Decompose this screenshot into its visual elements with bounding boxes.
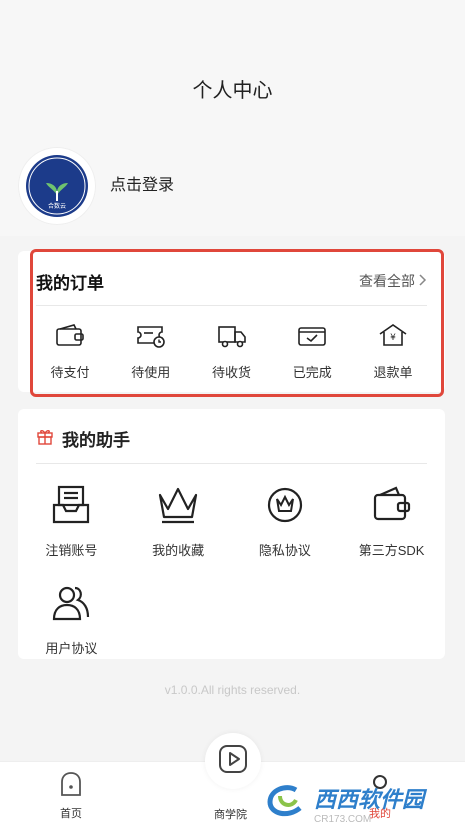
helper-item-label: 第三方SDK [358,543,425,558]
watermark-brand: 西西软件园 [314,786,425,812]
watermark-logo-icon [266,784,308,823]
home-icon [57,770,85,801]
helper-card: 我的助手 注销账号 我的收藏 隐私协议 第三方SDK 用户协议 [18,409,445,659]
page-title: 个人中心 [192,80,273,102]
gift-icon [36,427,54,450]
inbox-icon [51,485,91,530]
helper-item-favorites[interactable]: 我的收藏 [125,485,232,559]
helper-item-label: 隐私协议 [258,543,311,558]
tab-home[interactable]: 首页 [57,770,85,821]
tab-label: 首页 [60,808,82,820]
helper-item-privacy[interactable]: 隐私协议 [232,485,339,559]
avatar-logo: 合数云 [26,155,88,217]
version-text: v1.0.0.All rights reserved. [164,683,301,697]
helper-header: 我的助手 [36,426,130,451]
watermark: 西西软件园 CR173.COM [262,779,465,827]
crown-icon [156,485,200,530]
helper-item-user-agreement[interactable]: 用户协议 [18,583,125,657]
divider [36,463,427,464]
avatar-logo-text: 合数云 [48,202,66,210]
users-icon [51,583,91,628]
helper-title: 我的助手 [62,431,130,450]
helper-item-label: 我的收藏 [152,543,205,558]
helper-item-cancel-account[interactable]: 注销账号 [18,485,125,559]
profile-header: 个人中心 合数云 点击登录 [0,0,465,236]
avatar[interactable]: 合数云 [18,147,96,225]
play-icon [217,743,249,780]
tab-business-school[interactable]: 商学院 [214,806,247,822]
login-link[interactable]: 点击登录 [110,171,174,195]
highlight-box [30,249,444,397]
wallet-icon [372,485,412,530]
helper-item-third-party-sdk[interactable]: 第三方SDK [338,485,445,559]
helper-item-label: 用户协议 [45,641,98,656]
business-school-button[interactable] [205,733,261,789]
privacy-crown-icon [265,485,305,530]
helper-item-label: 注销账号 [45,543,98,558]
helper-grid: 注销账号 我的收藏 隐私协议 第三方SDK 用户协议 [18,485,445,657]
tab-label: 商学院 [214,809,247,821]
watermark-url: CR173.COM [314,813,372,825]
